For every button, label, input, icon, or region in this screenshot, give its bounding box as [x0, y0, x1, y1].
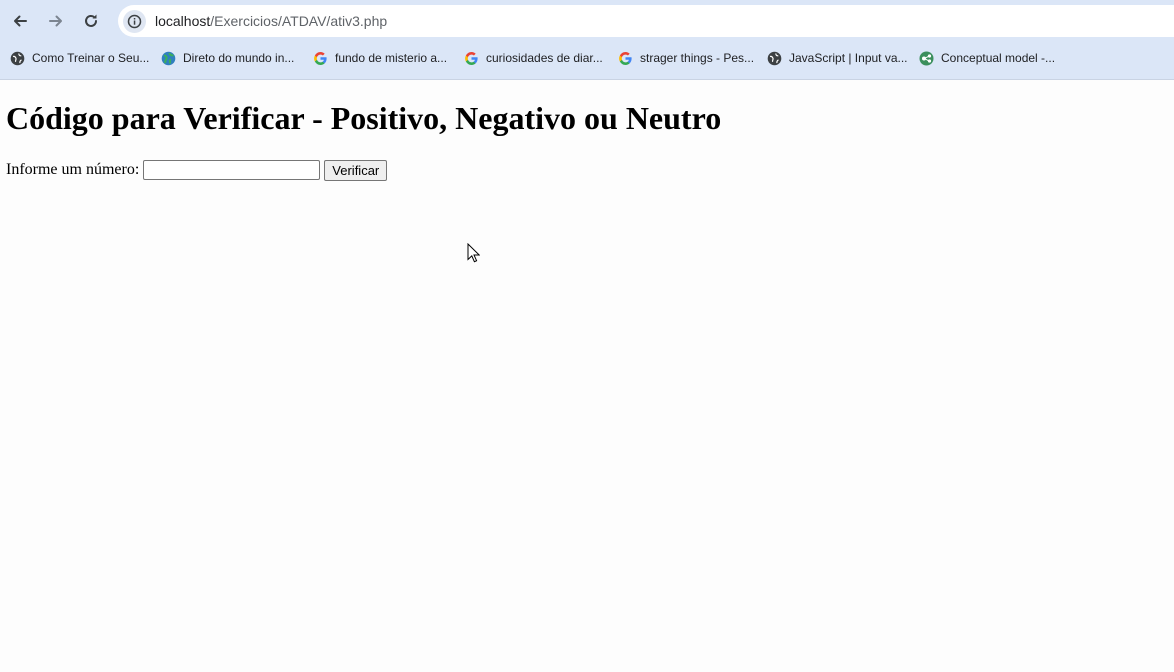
url-host: localhost	[155, 13, 211, 29]
verify-button[interactable]: Verificar	[324, 159, 388, 181]
url-path: /Exercicios/ATDAV/ativ3.php	[210, 13, 388, 29]
bookmark-label: Conceptual model -...	[941, 51, 1056, 65]
bookmark-label: curiosidades de diar...	[486, 51, 603, 65]
google-icon	[618, 51, 633, 66]
back-arrow-icon	[14, 15, 27, 27]
earth-icon	[161, 51, 176, 66]
info-icon	[127, 14, 142, 29]
bookmark-label: JavaScript | Input va...	[789, 51, 908, 65]
bookmark-label: strager things - Pes...	[640, 51, 755, 65]
back-button[interactable]	[7, 8, 33, 34]
reload-icon	[85, 14, 97, 27]
forward-button[interactable]	[43, 8, 69, 34]
bookmark-label: fundo de misterio a...	[335, 51, 448, 65]
google-icon	[464, 51, 479, 66]
forward-arrow-icon	[49, 15, 62, 27]
google-icon	[313, 51, 328, 66]
number-input[interactable]	[143, 160, 321, 180]
url-text[interactable]: localhost/Exercicios/ATDAV/ativ3.php	[155, 13, 387, 30]
page-title: Código para Verificar - Positivo, Negati…	[6, 100, 722, 136]
mouse-cursor-icon	[467, 243, 480, 263]
number-label: Informe um número:	[6, 161, 140, 178]
number-form: Informe um número: Verificar	[6, 159, 388, 181]
globe-icon	[767, 51, 782, 66]
bookmark-3[interactable]: fundo de misterio a...	[313, 49, 447, 67]
bookmark-2[interactable]: Direto do mundo in...	[161, 49, 294, 67]
bookmark-5[interactable]: strager things - Pes...	[618, 49, 754, 67]
bookmark-6[interactable]: JavaScript | Input va...	[767, 49, 908, 67]
bookmark-label: Direto do mundo in...	[183, 51, 295, 65]
bookmarks-bar: Como Treinar o Seu... Direto do mundo in…	[0, 44, 1174, 72]
bookmark-4[interactable]: curiosidades de diar...	[464, 49, 603, 67]
browser-chrome: localhost/Exercicios/ATDAV/ativ3.php Com…	[0, 0, 1174, 80]
bookmark-label: Como Treinar o Seu...	[32, 51, 150, 65]
lucidchart-icon	[919, 51, 934, 66]
site-info-button[interactable]	[123, 10, 146, 33]
page-content: Código para Verificar - Positivo, Negati…	[0, 80, 1174, 672]
globe-icon	[10, 51, 25, 66]
bookmark-1[interactable]: Como Treinar o Seu...	[10, 49, 149, 67]
reload-button[interactable]	[78, 8, 104, 34]
browser-toolbar: localhost/Exercicios/ATDAV/ativ3.php	[0, 0, 1174, 40]
bookmark-7[interactable]: Conceptual model -...	[919, 49, 1055, 67]
